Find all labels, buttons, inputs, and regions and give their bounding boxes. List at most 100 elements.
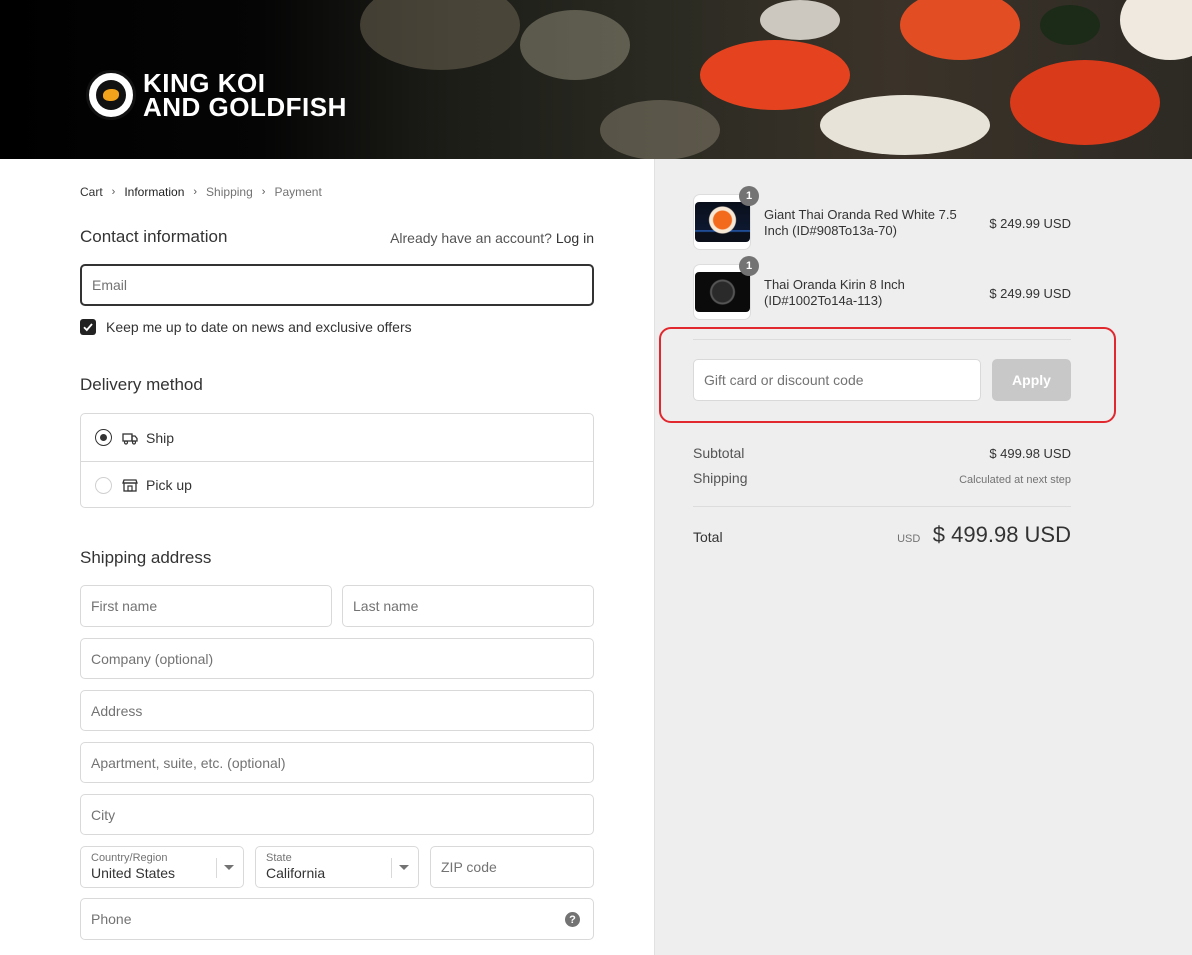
koi-decoration xyxy=(360,0,520,70)
product-image xyxy=(695,202,750,242)
product-image xyxy=(695,272,750,312)
shipping-address-title: Shipping address xyxy=(80,548,212,567)
brand-line-2: AND GOLDFISH xyxy=(143,92,347,122)
shipping-row: Shipping Calculated at next step xyxy=(693,470,1071,486)
ship-radio[interactable] xyxy=(95,429,112,446)
apartment-input[interactable] xyxy=(91,754,593,771)
shipping-label: Shipping xyxy=(693,470,748,486)
contact-title: Contact information xyxy=(80,227,228,246)
help-icon[interactable]: ? xyxy=(565,912,580,927)
product-price: $ 249.99 USD xyxy=(989,216,1071,231)
breadcrumb: Cart › Information › Shipping › Payment xyxy=(80,185,322,199)
delivery-options: Ship Pick up xyxy=(80,413,594,508)
quantity-badge: 1 xyxy=(739,186,759,206)
truck-icon xyxy=(122,432,138,445)
breadcrumb-information: Information xyxy=(124,185,185,199)
company-input[interactable] xyxy=(91,650,593,667)
breadcrumb-shipping: Shipping xyxy=(206,185,253,199)
logo-emblem xyxy=(86,70,136,120)
login-link[interactable]: Log in xyxy=(556,230,594,246)
email-input[interactable] xyxy=(92,277,592,293)
newsletter-row[interactable]: Keep me up to date on news and exclusive… xyxy=(80,319,412,335)
first-name-input[interactable] xyxy=(91,598,331,614)
country-select[interactable]: Country/Region United States xyxy=(80,846,244,888)
state-label: State xyxy=(266,852,292,864)
check-icon xyxy=(83,323,93,332)
total-row: Total USD $ 499.98 USD xyxy=(693,522,1071,548)
zip-field[interactable] xyxy=(430,846,594,888)
apartment-field[interactable] xyxy=(80,742,594,783)
goldfish-icon xyxy=(103,89,119,101)
product-name: Thai Oranda Kirin 8 Inch (ID#1002To14a-1… xyxy=(764,277,905,308)
quantity-badge: 1 xyxy=(739,256,759,276)
delivery-option-pickup[interactable]: Pick up xyxy=(81,461,593,508)
city-input[interactable] xyxy=(91,806,593,823)
koi-decoration xyxy=(700,40,850,110)
header-banner: KING KOI AND GOLDFISH xyxy=(0,0,1192,159)
order-summary: 1 Giant Thai Oranda Red White 7.5 Inch (… xyxy=(654,159,1192,955)
ship-label: Ship xyxy=(146,429,175,446)
order-item: 1 Thai Oranda Kirin 8 Inch (ID#1002To14a… xyxy=(693,256,1071,320)
koi-decoration xyxy=(1040,5,1100,45)
koi-decoration xyxy=(520,10,630,80)
state-select[interactable]: State California xyxy=(255,846,419,888)
total-value: $ 499.98 USD xyxy=(932,522,1071,547)
chevron-right-icon: › xyxy=(193,186,198,198)
shipping-value: Calculated at next step xyxy=(959,474,1071,486)
total-currency: USD xyxy=(897,533,921,545)
koi-decoration xyxy=(1120,0,1192,60)
breadcrumb-cart[interactable]: Cart xyxy=(80,185,103,199)
delivery-option-ship[interactable]: Ship xyxy=(81,414,593,461)
discount-input[interactable] xyxy=(704,372,980,388)
select-divider xyxy=(391,858,392,878)
pickup-radio[interactable] xyxy=(95,476,112,494)
subtotal-value: $ 499.98 USD xyxy=(989,446,1071,461)
subtotal-label: Subtotal xyxy=(693,445,745,461)
total-label: Total xyxy=(693,529,723,545)
subtotal-row: Subtotal $ 499.98 USD xyxy=(693,445,1071,461)
product-thumbnail: 1 xyxy=(693,256,759,320)
breadcrumb-payment: Payment xyxy=(274,185,322,199)
select-divider xyxy=(216,858,217,878)
country-label: Country/Region xyxy=(91,852,168,864)
state-value: California xyxy=(266,865,326,881)
checkout-main: Cart › Information › Shipping › Payment … xyxy=(0,159,654,955)
phone-field[interactable]: ? xyxy=(80,898,594,940)
newsletter-checkbox[interactable] xyxy=(80,319,96,335)
koi-decoration xyxy=(820,95,990,155)
brand-logo[interactable]: KING KOI AND GOLDFISH xyxy=(86,70,347,120)
store-icon xyxy=(122,479,138,492)
chevron-down-icon xyxy=(399,865,409,870)
product-price: $ 249.99 USD xyxy=(989,286,1071,301)
chevron-right-icon: › xyxy=(111,186,116,198)
koi-decoration xyxy=(1010,60,1160,145)
brand-name: KING KOI AND GOLDFISH xyxy=(143,70,347,122)
address-field[interactable] xyxy=(80,690,594,731)
address-input[interactable] xyxy=(91,702,593,719)
email-field[interactable] xyxy=(80,264,594,306)
country-value: United States xyxy=(91,865,176,881)
discount-field[interactable] xyxy=(693,359,981,401)
phone-input[interactable] xyxy=(91,911,593,927)
koi-decoration xyxy=(600,100,720,159)
delivery-title: Delivery method xyxy=(80,375,203,394)
product-thumbnail: 1 xyxy=(693,186,759,250)
newsletter-label: Keep me up to date on news and exclusive… xyxy=(106,319,412,335)
last-name-input[interactable] xyxy=(353,598,593,614)
first-name-field[interactable] xyxy=(80,585,332,627)
product-name: Giant Thai Oranda Red White 7.5 Inch (ID… xyxy=(764,207,957,238)
koi-decoration xyxy=(760,0,840,40)
account-prompt: Already have an account? Log in xyxy=(390,230,594,246)
chevron-down-icon xyxy=(224,865,234,870)
apply-button[interactable]: Apply xyxy=(992,359,1071,401)
last-name-field[interactable] xyxy=(342,585,594,627)
chevron-right-icon: › xyxy=(261,186,266,198)
koi-decoration xyxy=(900,0,1020,60)
city-field[interactable] xyxy=(80,794,594,835)
order-item: 1 Giant Thai Oranda Red White 7.5 Inch (… xyxy=(693,186,1071,250)
zip-input[interactable] xyxy=(441,859,593,875)
pickup-label: Pick up xyxy=(146,477,192,493)
company-field[interactable] xyxy=(80,638,594,679)
account-prompt-text: Already have an account? xyxy=(390,230,552,246)
divider xyxy=(693,506,1071,507)
